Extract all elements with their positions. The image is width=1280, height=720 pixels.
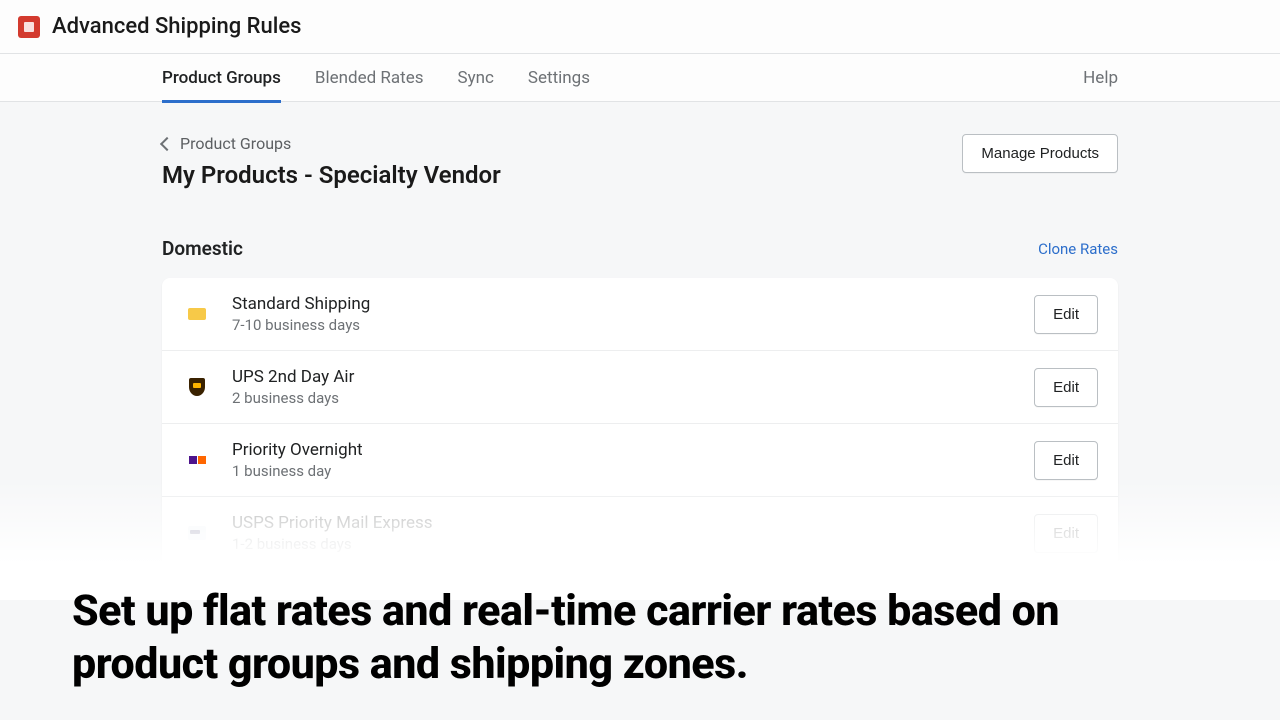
edit-rate-button[interactable]: Edit — [1034, 514, 1098, 553]
usps-logo-icon — [182, 518, 212, 548]
chevron-left-icon — [160, 136, 174, 150]
main-tabs: Product Groups Blended Rates Sync Settin… — [0, 54, 1280, 102]
rate-subtitle: 1-2 business days — [232, 535, 1034, 553]
rate-subtitle: 7-10 business days — [232, 316, 1034, 334]
tab-help[interactable]: Help — [1083, 54, 1118, 102]
breadcrumb-label: Product Groups — [180, 134, 291, 153]
edit-rate-button[interactable]: Edit — [1034, 441, 1098, 480]
rates-card: Standard Shipping 7-10 business days Edi… — [162, 278, 1118, 569]
rate-row-usps: USPS Priority Mail Express 1-2 business … — [162, 497, 1118, 569]
page-title: My Products - Specialty Vendor — [162, 161, 501, 189]
tab-sync[interactable]: Sync — [457, 54, 493, 102]
app-logo-icon — [18, 16, 40, 38]
section-title-domestic: Domestic — [162, 237, 243, 260]
tab-blended-rates[interactable]: Blended Rates — [315, 54, 424, 102]
shipping-box-icon — [182, 299, 212, 329]
tab-product-groups[interactable]: Product Groups — [162, 54, 281, 102]
fedex-logo-icon — [182, 445, 212, 475]
rate-row-ups: UPS 2nd Day Air 2 business days Edit — [162, 351, 1118, 424]
rate-subtitle: 2 business days — [232, 389, 1034, 407]
promo-headline: Set up flat rates and real-time carrier … — [72, 585, 1208, 690]
rate-row-overnight: Priority Overnight 1 business day Edit — [162, 424, 1118, 497]
app-title: Advanced Shipping Rules — [52, 14, 301, 39]
manage-products-button[interactable]: Manage Products — [962, 134, 1118, 173]
app-header: Advanced Shipping Rules — [0, 0, 1280, 54]
breadcrumb-back[interactable]: Product Groups — [162, 134, 501, 153]
rate-name: UPS 2nd Day Air — [232, 367, 1034, 387]
rate-name: Priority Overnight — [232, 440, 1034, 460]
tab-settings[interactable]: Settings — [528, 54, 590, 102]
ups-logo-icon — [182, 372, 212, 402]
rate-name: Standard Shipping — [232, 294, 1034, 314]
edit-rate-button[interactable]: Edit — [1034, 368, 1098, 407]
rate-subtitle: 1 business day — [232, 462, 1034, 480]
edit-rate-button[interactable]: Edit — [1034, 295, 1098, 334]
rate-name: USPS Priority Mail Express — [232, 513, 1034, 533]
rate-row-standard: Standard Shipping 7-10 business days Edi… — [162, 278, 1118, 351]
clone-rates-link[interactable]: Clone Rates — [1038, 240, 1118, 258]
